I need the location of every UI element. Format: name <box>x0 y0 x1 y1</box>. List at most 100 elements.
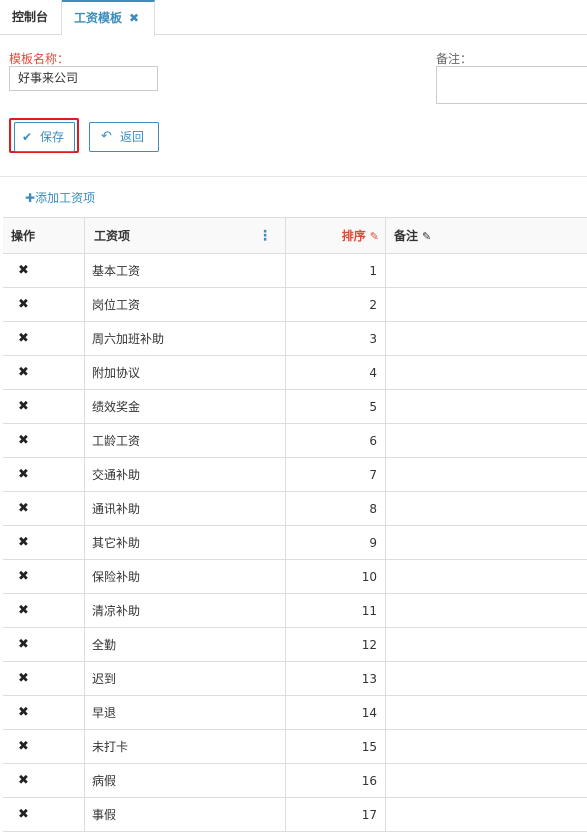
tab-dashboard-label: 控制台 <box>12 10 49 24</box>
add-salary-item-link[interactable]: ✚添加工资项 <box>25 189 95 206</box>
delete-icon[interactable]: ✖ <box>3 730 85 763</box>
header-order-label: 排序 <box>341 229 366 243</box>
delete-icon[interactable]: ✖ <box>3 526 85 559</box>
salary-item-order[interactable]: 2 <box>286 288 386 321</box>
delete-icon[interactable]: ✖ <box>3 764 85 797</box>
salary-item-remark[interactable] <box>386 662 587 695</box>
salary-item-name[interactable]: 未打卡 <box>85 730 286 763</box>
table-row: ✖ 迟到 13 <box>3 662 587 696</box>
salary-item-remark[interactable] <box>386 288 587 321</box>
close-icon[interactable]: ✖ <box>129 2 139 35</box>
remark-label: 备注： <box>436 52 473 66</box>
salary-item-remark[interactable] <box>386 458 587 491</box>
salary-item-order[interactable]: 9 <box>286 526 386 559</box>
table-row: ✖ 交通补助 7 <box>3 458 587 492</box>
template-name-input[interactable]: 好事来公司 <box>9 66 158 91</box>
salary-item-remark[interactable] <box>386 628 587 661</box>
delete-icon[interactable]: ✖ <box>3 390 85 423</box>
table-header: 操作 工资项 ⋮ 排序 ✎ 备注 ✎ <box>3 218 587 254</box>
salary-item-remark[interactable] <box>386 696 587 729</box>
salary-item-remark[interactable] <box>386 424 587 457</box>
table-row: ✖ 其它补助 9 <box>3 526 587 560</box>
delete-icon[interactable]: ✖ <box>3 798 85 831</box>
salary-item-order[interactable]: 7 <box>286 458 386 491</box>
remark-input[interactable] <box>436 66 587 104</box>
salary-item-name[interactable]: 迟到 <box>85 662 286 695</box>
salary-item-name[interactable]: 其它补助 <box>85 526 286 559</box>
salary-item-order[interactable]: 15 <box>286 730 386 763</box>
header-remark[interactable]: 备注 ✎ <box>386 218 587 253</box>
salary-item-remark[interactable] <box>386 322 587 355</box>
salary-item-remark[interactable] <box>386 764 587 797</box>
salary-item-name[interactable]: 通讯补助 <box>85 492 286 525</box>
delete-icon[interactable]: ✖ <box>3 492 85 525</box>
salary-item-name[interactable]: 交通补助 <box>85 458 286 491</box>
delete-icon[interactable]: ✖ <box>3 424 85 457</box>
delete-icon[interactable]: ✖ <box>3 696 85 729</box>
salary-item-order[interactable]: 6 <box>286 424 386 457</box>
table-body: ✖ 基本工资 1 ✖ 岗位工资 2 ✖ 周六加班补助 3 ✖ 附加协议 4 ✖ 绩效奖金 5 ✖ 工龄工资 6 ✖ 交… <box>3 254 587 832</box>
salary-item-name[interactable]: 岗位工资 <box>85 288 286 321</box>
table-row: ✖ 岗位工资 2 <box>3 288 587 322</box>
salary-item-name[interactable]: 周六加班补助 <box>85 322 286 355</box>
salary-item-remark[interactable] <box>386 356 587 389</box>
delete-icon[interactable]: ✖ <box>3 254 85 287</box>
kebab-menu-icon[interactable]: ⋮ <box>258 218 272 254</box>
salary-item-order[interactable]: 17 <box>286 798 386 831</box>
table-row: ✖ 基本工资 1 <box>3 254 587 288</box>
salary-item-order[interactable]: 10 <box>286 560 386 593</box>
salary-item-name[interactable]: 保险补助 <box>85 560 286 593</box>
salary-item-name[interactable]: 事假 <box>85 798 286 831</box>
delete-icon[interactable]: ✖ <box>3 322 85 355</box>
salary-item-remark[interactable] <box>386 492 587 525</box>
salary-item-remark[interactable] <box>386 390 587 423</box>
plus-icon: ✚ <box>25 191 36 205</box>
table-row: ✖ 保险补助 10 <box>3 560 587 594</box>
delete-icon[interactable]: ✖ <box>3 458 85 491</box>
salary-item-name[interactable]: 附加协议 <box>85 356 286 389</box>
salary-item-order[interactable]: 4 <box>286 356 386 389</box>
salary-item-name[interactable]: 早退 <box>85 696 286 729</box>
salary-item-remark[interactable] <box>386 526 587 559</box>
check-icon: ✔ <box>22 130 33 144</box>
delete-icon[interactable]: ✖ <box>3 628 85 661</box>
salary-item-order[interactable]: 12 <box>286 628 386 661</box>
delete-icon[interactable]: ✖ <box>3 594 85 627</box>
salary-item-name[interactable]: 绩效奖金 <box>85 390 286 423</box>
salary-item-order[interactable]: 13 <box>286 662 386 695</box>
salary-item-remark[interactable] <box>386 798 587 831</box>
salary-items-table: 操作 工资项 ⋮ 排序 ✎ 备注 ✎ ✖ 基本工资 1 ✖ 岗位工资 2 ✖ 周六加班补助 3 ✖ 附加… <box>3 217 587 832</box>
salary-item-order[interactable]: 5 <box>286 390 386 423</box>
delete-icon[interactable]: ✖ <box>3 560 85 593</box>
salary-item-remark[interactable] <box>386 730 587 763</box>
salary-item-name[interactable]: 工龄工资 <box>85 424 286 457</box>
back-button[interactable]: ↶ 返回 <box>89 122 159 152</box>
salary-item-order[interactable]: 1 <box>286 254 386 287</box>
delete-icon[interactable]: ✖ <box>3 662 85 695</box>
table-row: ✖ 早退 14 <box>3 696 587 730</box>
tab-salary-template-label: 工资模板 <box>74 11 123 25</box>
salary-item-order[interactable]: 16 <box>286 764 386 797</box>
table-row: ✖ 清凉补助 11 <box>3 594 587 628</box>
add-salary-item-label: 添加工资项 <box>35 191 96 205</box>
salary-item-name[interactable]: 病假 <box>85 764 286 797</box>
salary-item-order[interactable]: 8 <box>286 492 386 525</box>
save-button-label: 保存 <box>40 130 65 144</box>
salary-item-remark[interactable] <box>386 560 587 593</box>
salary-item-name[interactable]: 基本工资 <box>85 254 286 287</box>
delete-icon[interactable]: ✖ <box>3 288 85 321</box>
save-button[interactable]: ✔ 保存 <box>14 122 75 152</box>
salary-item-order[interactable]: 3 <box>286 322 386 355</box>
salary-item-remark[interactable] <box>386 594 587 627</box>
salary-item-name[interactable]: 全勤 <box>85 628 286 661</box>
delete-icon[interactable]: ✖ <box>3 356 85 389</box>
salary-item-name[interactable]: 清凉补助 <box>85 594 286 627</box>
salary-item-order[interactable]: 11 <box>286 594 386 627</box>
tab-salary-template[interactable]: 工资模板 ✖ <box>62 0 155 36</box>
header-order[interactable]: 排序 ✎ <box>286 218 386 253</box>
tab-dashboard[interactable]: 控制台 <box>0 0 62 35</box>
template-name-label: 模板名称： <box>9 52 70 66</box>
salary-item-order[interactable]: 14 <box>286 696 386 729</box>
salary-item-remark[interactable] <box>386 254 587 287</box>
header-remark-label: 备注 <box>394 229 419 243</box>
